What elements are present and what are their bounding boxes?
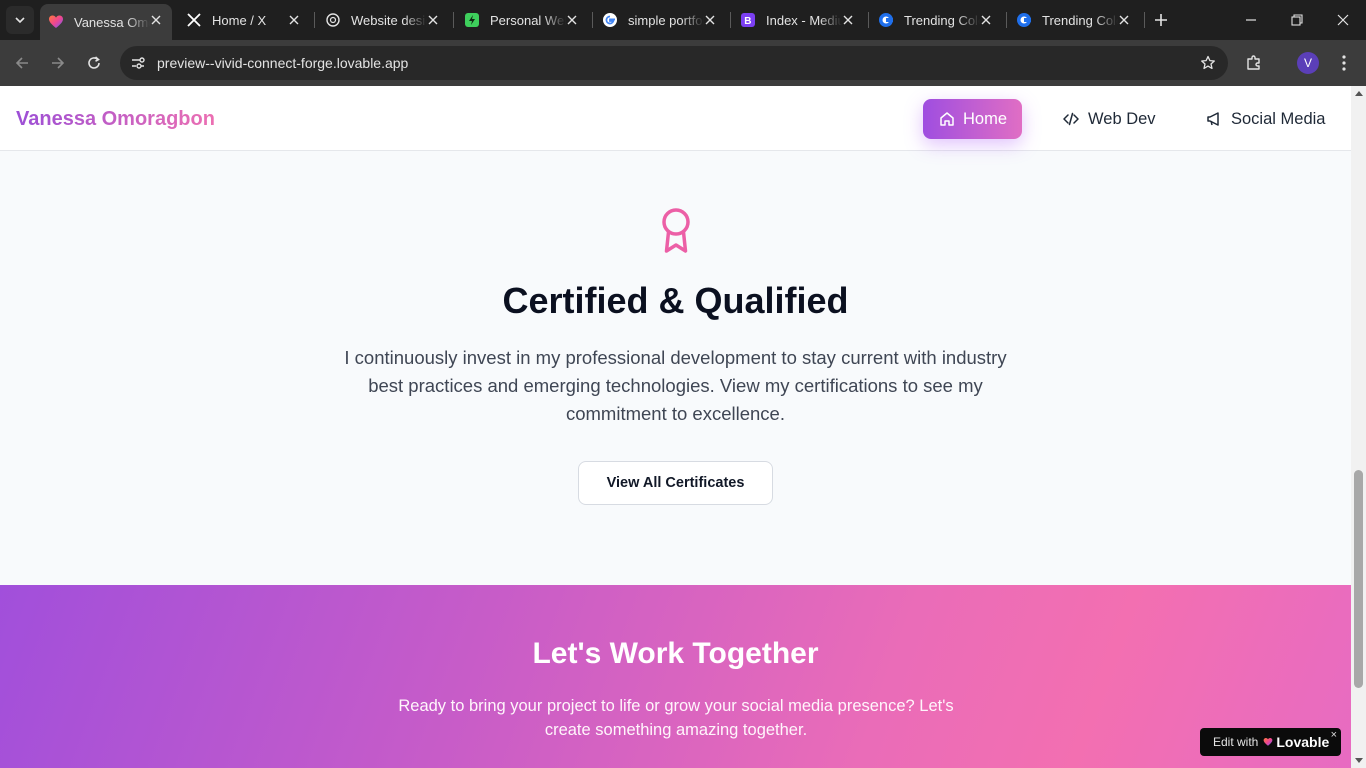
view-all-certificates-button[interactable]: View All Certificates xyxy=(578,461,773,505)
tab-title: Personal Website xyxy=(490,12,566,28)
close-icon[interactable] xyxy=(564,12,580,28)
tab-search-button[interactable] xyxy=(6,6,34,34)
tab-simple-portfolio[interactable]: simple portfolio xyxy=(594,4,726,36)
coolors-favicon-icon xyxy=(878,12,894,28)
tab-title: Trending Colors xyxy=(904,12,980,28)
tab-trending-colors-2[interactable]: Trending Colors xyxy=(1008,4,1140,36)
contact-section: Let's Work Together Ready to bring your … xyxy=(0,585,1351,768)
tab-title: Website design xyxy=(351,12,427,28)
tab-x[interactable]: Home / X xyxy=(178,4,310,36)
reload-button[interactable] xyxy=(80,49,108,77)
nav-web-dev[interactable]: Web Dev xyxy=(1062,99,1156,139)
chevron-down-icon xyxy=(15,17,25,24)
scrollbar-thumb[interactable] xyxy=(1354,470,1363,688)
minimize-icon xyxy=(1246,19,1256,21)
browser-toolbar: preview--vivid-connect-forge.lovable.app… xyxy=(0,40,1366,86)
close-icon[interactable] xyxy=(1116,12,1132,28)
svg-text:B: B xyxy=(744,16,751,27)
badge-close-icon[interactable]: × xyxy=(1331,729,1337,741)
site-info-icon[interactable] xyxy=(126,51,150,75)
tab-title: Trending Colors xyxy=(1042,12,1118,28)
extensions-button[interactable] xyxy=(1242,51,1266,75)
openai-favicon-icon xyxy=(325,12,341,28)
tab-separator xyxy=(592,12,593,28)
profile-avatar[interactable]: V xyxy=(1297,52,1319,74)
tab-website-design[interactable]: Website design xyxy=(317,4,449,36)
scroll-down-arrow-icon[interactable] xyxy=(1355,758,1363,763)
site-navbar: Vanessa Omoragbon Home Web Dev Social Me… xyxy=(0,86,1351,151)
certifications-description: I continuously invest in my professional… xyxy=(344,347,1007,424)
close-icon[interactable] xyxy=(286,12,302,28)
award-icon xyxy=(662,208,690,253)
browser-menu-button[interactable] xyxy=(1334,51,1354,75)
badge-prefix: Edit with xyxy=(1213,735,1259,749)
contact-description: Ready to bring your project to life or g… xyxy=(398,697,954,739)
nav-social-media-label: Social Media xyxy=(1231,109,1326,128)
forward-button[interactable] xyxy=(44,49,72,77)
nav-home-label: Home xyxy=(963,109,1008,128)
nav-web-dev-label: Web Dev xyxy=(1088,109,1156,128)
tab-separator xyxy=(868,12,869,28)
address-bar[interactable]: preview--vivid-connect-forge.lovable.app xyxy=(120,46,1228,80)
nav-home[interactable]: Home xyxy=(923,99,1022,139)
megaphone-icon xyxy=(1205,110,1223,128)
tab-title: Index - Medium xyxy=(766,12,842,28)
restore-button[interactable] xyxy=(1274,0,1320,40)
kebab-menu-icon xyxy=(1342,55,1346,71)
puzzle-icon xyxy=(1247,55,1260,70)
scroll-up-arrow-icon[interactable] xyxy=(1355,91,1363,96)
browser-tabstrip: Vanessa Omoragbon Home / X Website desig… xyxy=(0,0,1366,40)
close-icon[interactable] xyxy=(425,12,441,28)
lovable-heart-icon xyxy=(1263,737,1273,746)
green-favicon-icon xyxy=(464,12,480,28)
certifications-title: Certified & Qualified xyxy=(502,280,849,321)
close-icon[interactable] xyxy=(978,12,994,28)
lovable-favicon-icon xyxy=(48,14,64,30)
tab-title: Home / X xyxy=(212,12,267,28)
bookmark-star-icon[interactable] xyxy=(1198,53,1218,73)
minimize-button[interactable] xyxy=(1228,0,1274,40)
contact-title: Let's Work Together xyxy=(532,637,819,670)
tab-trending-colors-1[interactable]: Trending Colors xyxy=(870,4,1002,36)
tab-separator xyxy=(1006,12,1007,28)
arrow-right-icon xyxy=(52,57,65,69)
x-favicon-icon xyxy=(186,12,202,28)
tab-separator xyxy=(1144,12,1145,28)
tab-separator xyxy=(314,12,315,28)
badge-brand: Lovable xyxy=(1276,734,1330,750)
tab-vanessa[interactable]: Vanessa Omoragbon xyxy=(40,4,172,40)
tab-title: Vanessa Omoragbon xyxy=(74,14,150,30)
tab-separator xyxy=(730,12,731,28)
bootstrap-favicon-icon: B xyxy=(740,12,756,28)
google-favicon-icon xyxy=(602,12,618,28)
reload-icon xyxy=(88,56,100,69)
coolors-favicon-icon xyxy=(1016,12,1032,28)
arrow-left-icon xyxy=(15,57,28,69)
tab-title: simple portfolio xyxy=(628,12,704,28)
page-viewport: Vanessa Omoragbon Home Web Dev Social Me… xyxy=(0,86,1351,768)
tab-index-medium[interactable]: B Index - Medium xyxy=(732,4,864,36)
close-icon[interactable] xyxy=(148,12,164,28)
tab-personal-website[interactable]: Personal Website xyxy=(456,4,588,36)
tab-separator xyxy=(453,12,454,28)
url-text: preview--vivid-connect-forge.lovable.app xyxy=(157,55,409,71)
edit-with-lovable-badge[interactable]: Edit with Lovable × xyxy=(1200,728,1341,756)
restore-icon xyxy=(1291,14,1303,26)
plus-icon xyxy=(1155,14,1167,26)
back-button[interactable] xyxy=(8,49,36,77)
close-icon[interactable] xyxy=(702,12,718,28)
page-scrollbar[interactable] xyxy=(1351,86,1366,768)
close-icon[interactable] xyxy=(840,12,856,28)
close-icon xyxy=(1337,14,1349,26)
code-icon xyxy=(1062,110,1080,128)
site-brand[interactable]: Vanessa Omoragbon xyxy=(16,108,215,131)
close-window-button[interactable] xyxy=(1320,0,1366,40)
home-icon xyxy=(939,110,955,128)
new-tab-button[interactable] xyxy=(1150,9,1172,31)
certifications-section: Certified & Qualified I continuously inv… xyxy=(0,151,1351,585)
nav-social-media[interactable]: Social Media xyxy=(1205,99,1325,139)
